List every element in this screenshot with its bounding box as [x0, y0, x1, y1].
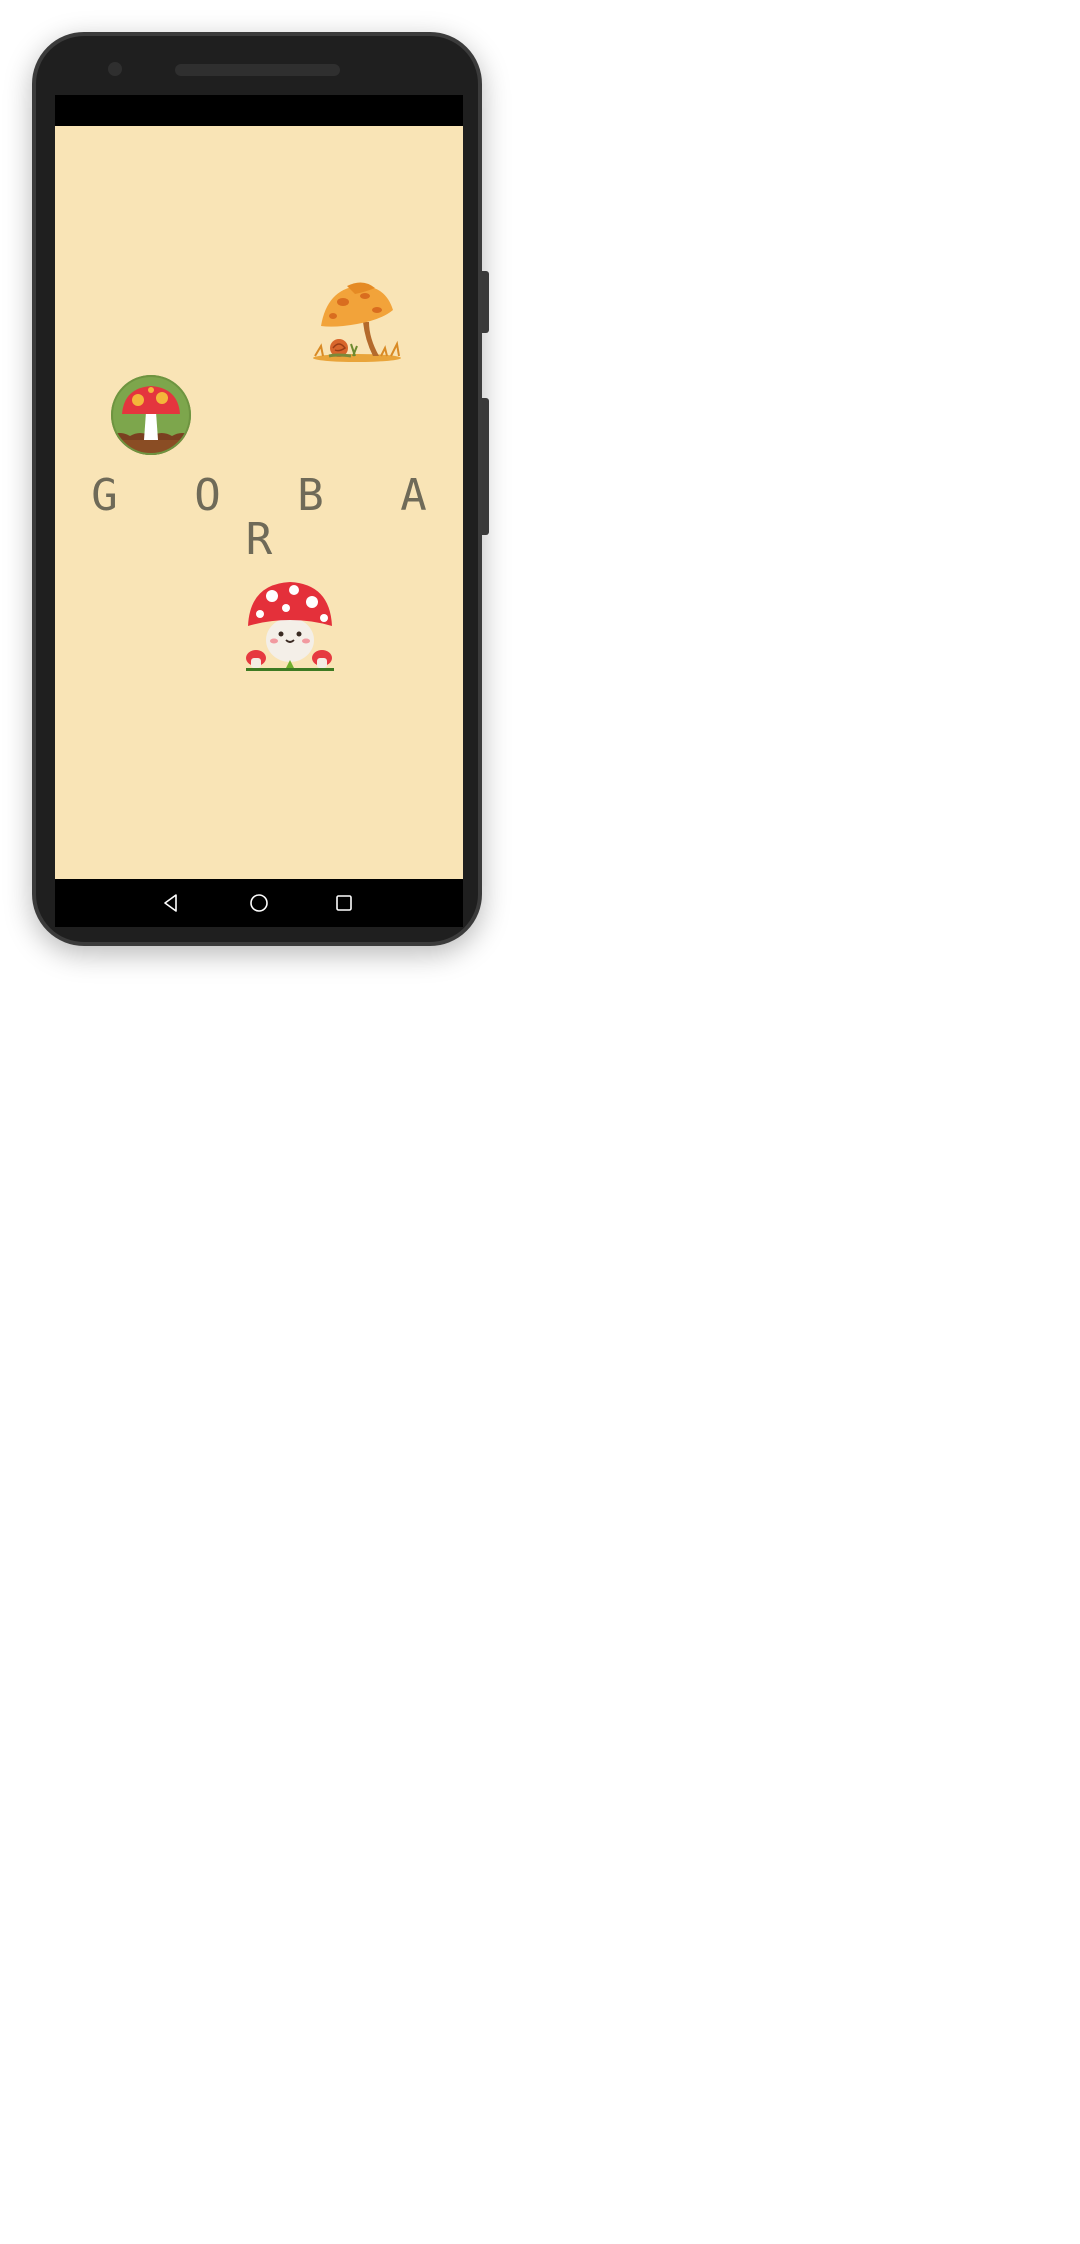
circle-home-icon[interactable]: [247, 891, 271, 915]
status-bar: [55, 95, 463, 126]
power-button[interactable]: [482, 271, 489, 333]
mushroom-badge-illustration: [110, 374, 192, 456]
navigation-bar: [55, 879, 463, 927]
cute-mushroom-character-illustration: [242, 578, 338, 674]
volume-button[interactable]: [482, 398, 489, 535]
front-camera: [108, 62, 122, 76]
splash-screen: G O B A R: [55, 126, 463, 879]
earpiece-speaker: [175, 64, 340, 76]
emulator-stage: G O B A R: [0, 0, 1080, 2244]
autumn-mushroom-illustration: [307, 280, 407, 364]
triangle-back-icon[interactable]: [159, 891, 183, 915]
square-recents-icon[interactable]: [332, 891, 356, 915]
app-title: G O B A R: [91, 470, 452, 565]
